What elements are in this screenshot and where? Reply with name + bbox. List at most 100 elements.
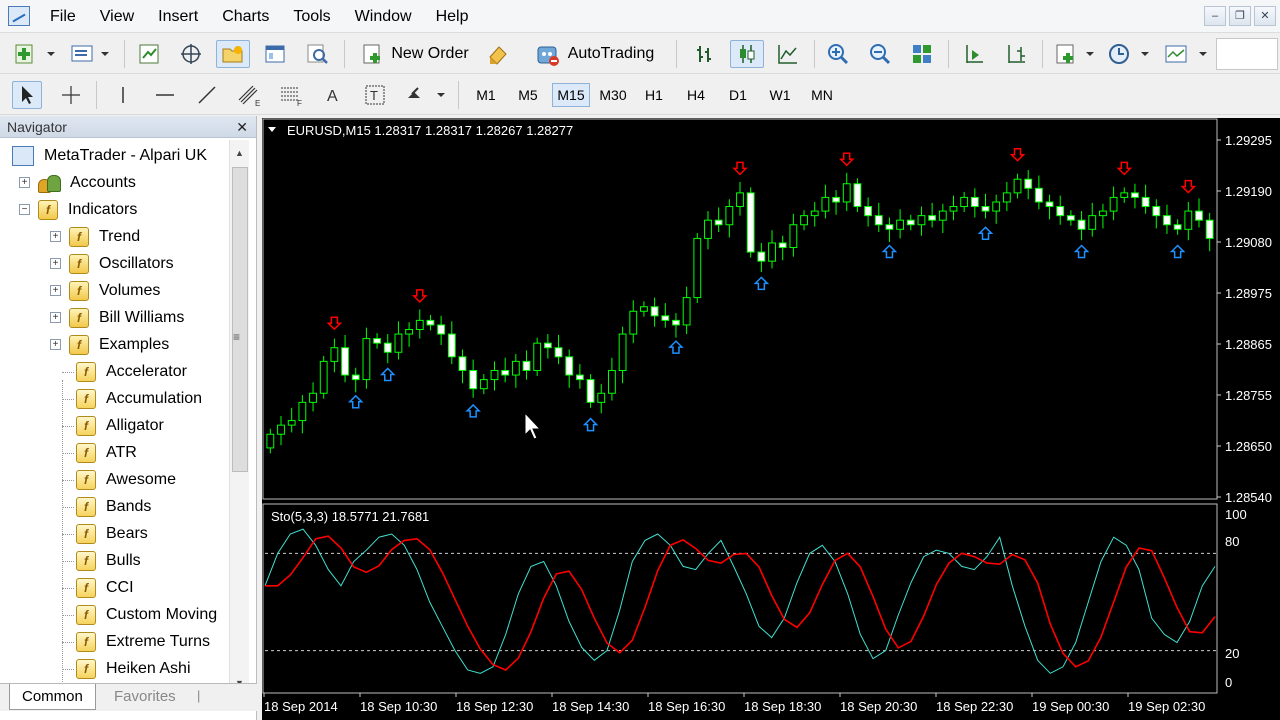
chart-canvas[interactable]: 1.29295 1.29190 1.29080 1.28975 1.28865 1.287… <box>262 118 1280 720</box>
expand-icon[interactable]: + <box>50 312 61 323</box>
bear-candle <box>351 374 360 381</box>
channel-icon: E <box>238 85 260 107</box>
data-window-button[interactable] <box>176 40 206 68</box>
trendline-button[interactable] <box>192 81 222 109</box>
arrows-button[interactable] <box>402 81 448 109</box>
tree-folder-trend[interactable]: + f Trend <box>50 223 140 250</box>
zoom-out-button[interactable] <box>864 40 896 68</box>
bull-candle <box>287 420 296 426</box>
expand-icon[interactable]: + <box>50 339 61 350</box>
tree-indicator-bulls[interactable]: f Bulls <box>76 547 141 574</box>
chart-shift-button[interactable] <box>1000 40 1032 68</box>
auto-scroll-button[interactable] <box>958 40 990 68</box>
tree-indicator-bears[interactable]: f Bears <box>76 520 148 547</box>
minimize-button[interactable]: – <box>1204 6 1226 26</box>
down-arrow-marker <box>732 161 748 176</box>
tree-indicator-accelerator[interactable]: f Accelerator <box>76 358 187 385</box>
close-button[interactable]: ✕ <box>1254 6 1276 26</box>
periods-button[interactable] <box>1104 40 1154 68</box>
tree-indicator-bands[interactable]: f Bands <box>76 493 151 520</box>
text-tool-button[interactable]: A <box>318 81 348 109</box>
timeframe-h4[interactable]: H4 <box>680 83 712 107</box>
tree-indicator-extreme-turns[interactable]: f Extreme Turns <box>76 628 210 655</box>
chart-window[interactable]: 1.29295 1.29190 1.29080 1.28975 1.28865 1.287… <box>262 118 1280 720</box>
candlestick-chart-button[interactable] <box>730 40 764 68</box>
tree-indicator-accumulation[interactable]: f Accumulation <box>76 385 202 412</box>
new-chart-button[interactable] <box>10 40 58 68</box>
scrollbar-thumb[interactable] <box>232 167 248 472</box>
menu-insert[interactable]: Insert <box>146 0 210 33</box>
timeframe-mn[interactable]: MN <box>806 83 838 107</box>
chart-menu-triangle-icon[interactable] <box>268 127 276 132</box>
collapse-icon[interactable]: − <box>19 204 30 215</box>
timeframe-h1[interactable]: H1 <box>638 83 670 107</box>
terminal-button[interactable] <box>260 40 290 68</box>
new-order-button[interactable]: New Order <box>354 40 476 68</box>
timeframe-w1[interactable]: W1 <box>764 83 796 107</box>
cursor-tool-button[interactable] <box>12 81 42 109</box>
menu-help[interactable]: Help <box>424 0 481 33</box>
oscillator-tick-label: 20 <box>1225 646 1239 661</box>
toolbar-search-box[interactable] <box>1216 38 1278 70</box>
vertical-line-button[interactable] <box>108 81 138 109</box>
timeframe-d1[interactable]: D1 <box>722 83 754 107</box>
templates-button[interactable] <box>1160 40 1210 68</box>
toolbar-separator <box>948 40 949 68</box>
tab-common[interactable]: Common <box>9 684 96 710</box>
zoom-in-button[interactable] <box>822 40 854 68</box>
text-label-button[interactable]: T <box>360 81 390 109</box>
timeframe-m30[interactable]: M30 <box>594 83 632 107</box>
menu-view[interactable]: View <box>88 0 146 33</box>
navigator-scrollbar[interactable]: ▲ ≡ ▼ <box>229 140 249 696</box>
bar-chart-button[interactable] <box>688 40 720 68</box>
timeframe-m15[interactable]: M15 <box>552 83 590 107</box>
crosshair-tool-button[interactable] <box>56 81 86 109</box>
tree-root[interactable]: MetaTrader - Alpari UK <box>12 142 207 169</box>
timeframe-m5[interactable]: M5 <box>512 83 544 107</box>
down-arrow-marker <box>411 289 428 303</box>
strategy-tester-button[interactable] <box>302 40 332 68</box>
timeframe-m1[interactable]: M1 <box>470 83 502 107</box>
custom-indicator-icon: f <box>76 415 96 436</box>
expand-icon[interactable]: + <box>19 177 30 188</box>
navigator-close-icon[interactable]: ✕ <box>236 116 248 138</box>
tree-indicators[interactable]: − f Indicators <box>19 196 137 223</box>
line-chart-button[interactable] <box>772 40 804 68</box>
menu-file[interactable]: File <box>38 0 88 33</box>
tree-indicator-custom-moving[interactable]: f Custom Moving <box>76 601 217 628</box>
expand-icon[interactable]: + <box>50 258 61 269</box>
tree-accounts[interactable]: + Accounts <box>19 169 136 196</box>
bull-candle <box>640 306 648 312</box>
tree-connector <box>62 669 74 670</box>
menu-charts[interactable]: Charts <box>210 0 281 33</box>
market-watch-button[interactable] <box>134 40 164 68</box>
tree-folder-volumes[interactable]: + f Volumes <box>50 277 160 304</box>
profiles-button[interactable] <box>66 40 114 68</box>
tree-label: Trend <box>99 227 141 245</box>
tree-folder-bill-williams[interactable]: + f Bill Williams <box>50 304 184 331</box>
navigator-button[interactable] <box>216 40 250 68</box>
tab-favorites[interactable]: Favorites <box>102 684 188 710</box>
tree-folder-examples[interactable]: + f Examples <box>50 331 169 358</box>
expand-icon[interactable]: + <box>50 231 61 242</box>
scroll-up-icon[interactable]: ▲ <box>235 148 244 158</box>
restore-button[interactable]: ❐ <box>1229 6 1251 26</box>
fibonacci-button[interactable]: F <box>276 81 306 109</box>
tree-indicator-heiken-ashi[interactable]: f Heiken Ashi <box>76 655 191 682</box>
equidistant-channel-button[interactable]: E <box>234 81 264 109</box>
bull-candle <box>938 210 947 221</box>
tree-indicator-atr[interactable]: f ATR <box>76 439 137 466</box>
expand-icon[interactable]: + <box>50 285 61 296</box>
autotrading-button[interactable]: AutoTrading <box>524 40 664 68</box>
horizontal-line-button[interactable] <box>150 81 180 109</box>
menu-window[interactable]: Window <box>343 0 424 33</box>
metaeditor-button[interactable] <box>482 40 514 68</box>
tree-connector <box>62 615 74 616</box>
indicators-list-button[interactable] <box>1052 40 1098 68</box>
tree-indicator-cci[interactable]: f CCI <box>76 574 134 601</box>
tree-indicator-alligator[interactable]: f Alligator <box>76 412 164 439</box>
tree-folder-oscillators[interactable]: + f Oscillators <box>50 250 174 277</box>
menu-tools[interactable]: Tools <box>281 0 342 33</box>
tree-indicator-awesome[interactable]: f Awesome <box>76 466 176 493</box>
tile-windows-button[interactable] <box>906 40 938 68</box>
